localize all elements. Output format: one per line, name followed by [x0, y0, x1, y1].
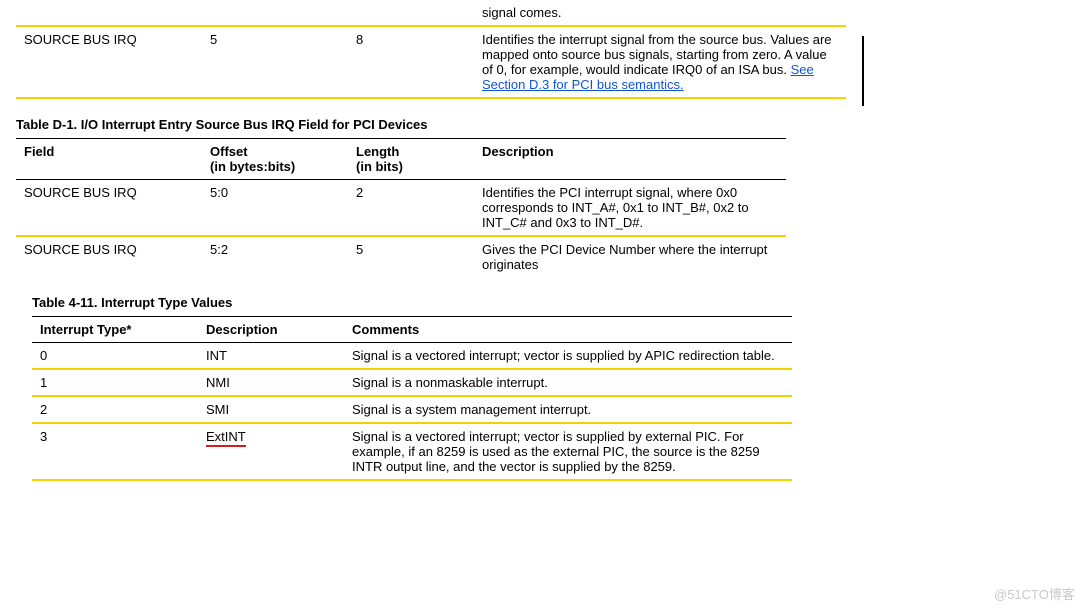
table-row: SOURCE BUS IRQ 5:0 2 Identifies the PCI … — [16, 180, 786, 237]
t411-r1-c: Signal is a nonmaskable interrupt. — [344, 369, 792, 396]
t411-r0-c: Signal is a vectored interrupt; vector i… — [344, 343, 792, 370]
table-row: 1 NMI Signal is a nonmaskable interrupt. — [32, 369, 792, 396]
table-411-section: Table 4-11. Interrupt Type Values Interr… — [16, 295, 1064, 481]
top-fragment-table: signal comes. SOURCE BUS IRQ 5 8 Identif… — [16, 0, 846, 99]
table-row: SOURCE BUS IRQ 5:2 5 Gives the PCI Devic… — [16, 236, 786, 277]
frag-desc-text: Identifies the interrupt signal from the… — [482, 32, 832, 77]
frag-cutoff-desc: signal comes. — [474, 0, 846, 26]
table-d1-section: Table D-1. I/O Interrupt Entry Source Bu… — [16, 117, 1064, 277]
t411-r1-a: 1 — [32, 369, 198, 396]
d1-r0-length: 2 — [348, 180, 474, 237]
d1-hdr-length: Length (in bits) — [348, 139, 474, 180]
t411-r0-b: INT — [198, 343, 344, 370]
table-row: 3 ExtINT Signal is a vectored interrupt;… — [32, 423, 792, 480]
t411-hdr-type: Interrupt Type* — [32, 317, 198, 343]
d1-r0-offset: 5:0 — [202, 180, 348, 237]
d1-r1-field: SOURCE BUS IRQ — [16, 236, 202, 277]
table-411: Interrupt Type* Description Comments 0 I… — [32, 316, 792, 481]
d1-r1-length: 5 — [348, 236, 474, 277]
d1-r0-desc: Identifies the PCI interrupt signal, whe… — [474, 180, 786, 237]
frag-cutoff-cell — [16, 0, 202, 26]
t411-r3-b: ExtINT — [198, 423, 344, 480]
frag-desc: Identifies the interrupt signal from the… — [474, 26, 846, 98]
t411-hdr-comm: Comments — [344, 317, 792, 343]
watermark-text: @51CTO博客 — [994, 584, 1075, 603]
t411-r2-b: SMI — [198, 396, 344, 423]
top-fragment: signal comes. SOURCE BUS IRQ 5 8 Identif… — [16, 0, 1064, 99]
t411-r2-c: Signal is a system management interrupt. — [344, 396, 792, 423]
t411-r3-a: 3 — [32, 423, 198, 480]
text-cursor-mark — [862, 36, 864, 106]
d1-r1-offset: 5:2 — [202, 236, 348, 277]
table-411-caption: Table 4-11. Interrupt Type Values — [32, 295, 1064, 310]
table-d1: Field Offset (in bytes:bits) Length (in … — [16, 138, 786, 277]
frag-length: 8 — [348, 26, 474, 98]
extint-highlight: ExtINT — [206, 429, 246, 447]
d1-hdr-offset: Offset (in bytes:bits) — [202, 139, 348, 180]
t411-r1-b: NMI — [198, 369, 344, 396]
table-d1-caption: Table D-1. I/O Interrupt Entry Source Bu… — [16, 117, 1064, 132]
t411-r3-c: Signal is a vectored interrupt; vector i… — [344, 423, 792, 480]
d1-hdr-desc: Description — [474, 139, 786, 180]
d1-r1-desc: Gives the PCI Device Number where the in… — [474, 236, 786, 277]
t411-r2-a: 2 — [32, 396, 198, 423]
d1-hdr-field: Field — [16, 139, 202, 180]
t411-hdr-desc: Description — [198, 317, 344, 343]
table-row: 2 SMI Signal is a system management inte… — [32, 396, 792, 423]
d1-r0-field: SOURCE BUS IRQ — [16, 180, 202, 237]
t411-r0-a: 0 — [32, 343, 198, 370]
frag-field: SOURCE BUS IRQ — [16, 26, 202, 98]
table-row: 0 INT Signal is a vectored interrupt; ve… — [32, 343, 792, 370]
frag-offset: 5 — [202, 26, 348, 98]
